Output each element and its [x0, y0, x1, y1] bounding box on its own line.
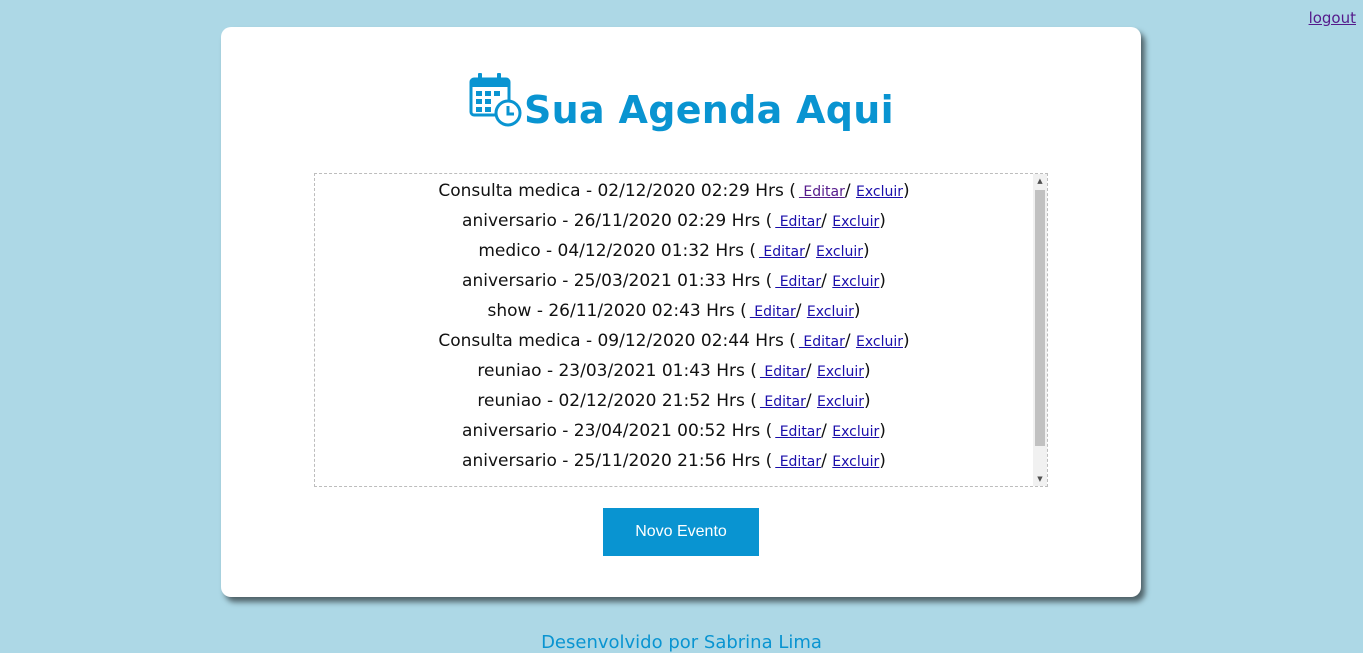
delete-event-link[interactable]: Excluir — [856, 334, 903, 350]
event-text: aniversario - 25/03/2021 01:33 Hrs ( — [462, 271, 773, 291]
delete-event-link[interactable]: Excluir — [817, 364, 864, 380]
scroll-up-arrow-icon[interactable]: ▲ — [1033, 174, 1047, 188]
edit-event-link[interactable]: Editar — [772, 424, 821, 440]
event-text: show - 26/11/2020 02:43 Hrs ( — [487, 301, 747, 321]
event-close-paren: ) — [902, 181, 910, 201]
delete-event-link[interactable]: Excluir — [832, 424, 879, 440]
event-text: medico - 04/12/2020 01:32 Hrs ( — [478, 241, 756, 261]
edit-event-link[interactable]: Editar — [796, 334, 844, 350]
event-list-item: aniversario - 26/11/2020 02:29 Hrs ( Edi… — [315, 206, 1033, 236]
calendar-clock-icon — [469, 73, 522, 127]
event-list-item: aniversario - 23/04/2021 00:52 Hrs ( Edi… — [315, 416, 1033, 446]
delete-event-link[interactable]: Excluir — [807, 304, 854, 320]
delete-event-link[interactable]: Excluir — [832, 274, 879, 290]
event-list-item: aniversario - 25/03/2021 01:33 Hrs ( Edi… — [315, 266, 1033, 296]
edit-event-link[interactable]: Editar — [757, 364, 805, 380]
event-list-item: medico - 04/12/2020 01:32 Hrs ( Editar/ … — [315, 236, 1033, 266]
page-header: Sua Agenda Aqui — [221, 71, 1141, 133]
link-separator: / — [821, 421, 833, 441]
event-close-paren: ) — [863, 391, 871, 411]
event-close-paren: ) — [879, 211, 886, 231]
event-close-paren: ) — [879, 271, 886, 291]
delete-event-link[interactable]: Excluir — [817, 394, 864, 410]
scroll-down-arrow-icon[interactable]: ▼ — [1033, 472, 1047, 486]
edit-event-link[interactable]: Editar — [772, 214, 821, 230]
event-text: Consulta medica - 09/12/2020 02:44 Hrs ( — [438, 331, 796, 351]
page-title: Sua Agenda Aqui — [524, 88, 894, 132]
delete-event-link[interactable]: Excluir — [832, 214, 879, 230]
logout-link[interactable]: logout — [1309, 9, 1356, 27]
link-separator: / — [821, 451, 833, 471]
delete-event-link[interactable]: Excluir — [832, 454, 879, 470]
events-scrollbar[interactable]: ▲ ▼ — [1033, 174, 1047, 486]
edit-event-link[interactable]: Editar — [756, 244, 804, 260]
event-text: Consulta medica - 02/12/2020 02:29 Hrs ( — [438, 181, 796, 201]
event-text: reuniao - 23/03/2021 01:43 Hrs ( — [477, 361, 757, 381]
link-separator: / — [795, 301, 807, 321]
event-text: reuniao - 02/12/2020 21:52 Hrs ( — [477, 391, 757, 411]
event-close-paren: ) — [902, 331, 910, 351]
event-list-item: Consulta medica - 02/12/2020 02:29 Hrs (… — [315, 176, 1033, 206]
event-close-paren: ) — [863, 361, 871, 381]
link-separator: / — [821, 211, 833, 231]
event-close-paren: ) — [863, 241, 870, 261]
link-separator: / — [805, 391, 817, 411]
link-separator: / — [844, 331, 856, 351]
event-text: aniversario - 26/11/2020 02:29 Hrs ( — [462, 211, 773, 231]
agenda-card: Sua Agenda Aqui Consulta medica - 02/12/… — [221, 27, 1141, 597]
event-text: aniversario - 23/04/2021 00:52 Hrs ( — [462, 421, 773, 441]
event-list-item: reuniao - 23/03/2021 01:43 Hrs ( Editar/… — [315, 356, 1033, 386]
event-list-item: aniversario - 25/11/2020 21:56 Hrs ( Edi… — [315, 446, 1033, 476]
event-list-item: reuniao - 02/12/2020 21:52 Hrs ( Editar/… — [315, 386, 1033, 416]
link-separator: / — [805, 361, 817, 381]
delete-event-link[interactable]: Excluir — [856, 184, 903, 200]
edit-event-link[interactable]: Editar — [796, 184, 844, 200]
link-separator: / — [821, 271, 833, 291]
link-separator: / — [804, 241, 817, 261]
events-list: Consulta medica - 02/12/2020 02:29 Hrs (… — [315, 176, 1033, 476]
event-list-item: show - 26/11/2020 02:43 Hrs ( Editar/ Ex… — [315, 296, 1033, 326]
edit-event-link[interactable]: Editar — [757, 394, 805, 410]
event-text: aniversario - 25/11/2020 21:56 Hrs ( — [462, 451, 773, 471]
event-close-paren: ) — [879, 421, 886, 441]
event-close-paren: ) — [879, 451, 886, 471]
new-event-button[interactable]: Novo Evento — [603, 508, 759, 556]
scroll-thumb[interactable] — [1035, 190, 1045, 446]
edit-event-link[interactable]: Editar — [772, 454, 821, 470]
link-separator: / — [844, 181, 856, 201]
event-close-paren: ) — [853, 301, 861, 321]
edit-event-link[interactable]: Editar — [772, 274, 821, 290]
edit-event-link[interactable]: Editar — [747, 304, 795, 320]
delete-event-link[interactable]: Excluir — [816, 244, 863, 260]
event-list-item: Consulta medica - 09/12/2020 02:44 Hrs (… — [315, 326, 1033, 356]
events-list-panel[interactable]: Consulta medica - 02/12/2020 02:29 Hrs (… — [314, 173, 1048, 487]
